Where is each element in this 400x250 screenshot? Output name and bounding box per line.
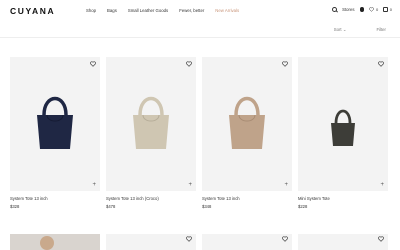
product-card[interactable]: + System Tote 13 inch $328 (10, 57, 100, 209)
utility-nav: Stores 0 0 (332, 7, 392, 12)
search-icon[interactable] (332, 7, 338, 12)
sort-dropdown[interactable]: Sort ⌄ (334, 27, 347, 33)
nav-item-new-arrivals[interactable]: New Arrivals (215, 8, 239, 13)
nav-item-small-leather-goods[interactable]: Small Leather Goods (128, 8, 168, 13)
product-name[interactable]: System Tote 13 inch (Croco) (106, 196, 196, 201)
product-card[interactable]: + System Tote 13 inch $348 (202, 57, 292, 209)
product-image[interactable] (106, 234, 196, 250)
main-nav: Shop Bags Small Leather Goods Fewer, bet… (86, 8, 239, 13)
brand-logo[interactable]: CUYANA (10, 6, 55, 16)
sort-label: Sort (333, 27, 342, 32)
product-image[interactable] (202, 234, 292, 250)
wishlist-count: 0 (376, 7, 379, 12)
nav-item-shop[interactable]: Shop (86, 8, 96, 13)
chevron-down-icon: ⌄ (342, 27, 347, 32)
product-bag-illustration (331, 109, 355, 146)
product-image[interactable]: + (298, 57, 388, 191)
nav-item-fewer-better[interactable]: Fewer, better (179, 8, 204, 13)
wishlist-heart-icon[interactable] (186, 61, 192, 67)
product-name[interactable]: System Tote 13 inch (202, 196, 292, 201)
product-image[interactable] (298, 234, 388, 250)
account-icon[interactable] (359, 7, 365, 12)
product-price: $478 (106, 204, 116, 209)
wishlist-heart-icon[interactable] (378, 236, 384, 242)
product-price: $348 (202, 204, 212, 209)
product-bag-illustration (133, 96, 169, 149)
product-image[interactable]: + (106, 57, 196, 191)
product-price: $228 (298, 204, 308, 209)
header-divider (0, 37, 400, 38)
nav-item-bags[interactable]: Bags (107, 8, 117, 13)
model-photo-placeholder (40, 236, 54, 250)
quick-add-plus-icon[interactable]: + (380, 182, 384, 188)
quick-add-plus-icon[interactable]: + (92, 182, 96, 188)
stores-link[interactable]: Stores (342, 7, 354, 12)
wishlist-heart-icon[interactable] (186, 236, 192, 242)
bag-count: 0 (389, 7, 392, 12)
listing-toolbar: Sort ⌄ Filter (334, 27, 386, 33)
quick-add-plus-icon[interactable]: + (188, 182, 192, 188)
product-card[interactable]: + Mini System Tote $228 (298, 57, 388, 209)
product-image[interactable]: + (10, 57, 100, 191)
product-bag-illustration (229, 96, 265, 149)
product-bag-illustration (37, 96, 73, 149)
product-image[interactable] (10, 234, 100, 250)
wishlist-heart-icon[interactable] (282, 61, 288, 67)
filter-button[interactable]: Filter (376, 27, 386, 33)
wishlist-heart-icon[interactable] (378, 61, 384, 67)
shopping-bag-icon[interactable] (383, 7, 388, 12)
quick-add-plus-icon[interactable]: + (284, 182, 288, 188)
wishlist-heart-icon[interactable] (90, 61, 96, 67)
product-image[interactable]: + (202, 57, 292, 191)
product-card[interactable]: + System Tote 13 inch (Croco) $478 (106, 57, 196, 209)
site-header: CUYANA Shop Bags Small Leather Goods Few… (0, 0, 400, 22)
product-name[interactable]: Mini System Tote (298, 196, 388, 201)
wishlist-heart-icon[interactable] (282, 236, 288, 242)
product-price: $328 (10, 204, 20, 209)
product-name[interactable]: System Tote 13 inch (10, 196, 100, 201)
wishlist-heart-icon[interactable] (369, 7, 374, 12)
